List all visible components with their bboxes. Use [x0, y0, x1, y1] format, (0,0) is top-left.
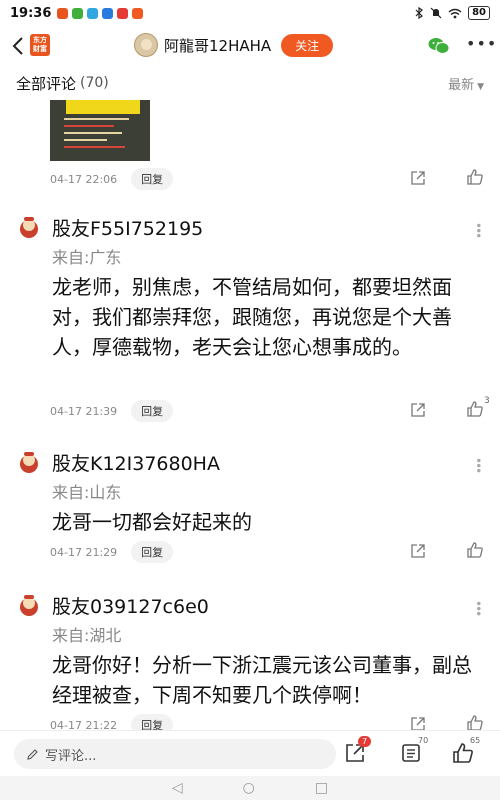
comment-meta: 04-17 21:39 回复 3: [50, 396, 490, 422]
nav-home-icon[interactable]: ○: [243, 780, 255, 796]
comments-title: 全部评论: [16, 74, 77, 93]
battery-indicator: 80: [468, 6, 490, 20]
more-options-icon[interactable]: •••: [466, 36, 497, 52]
location-value: 山东: [89, 483, 122, 502]
comment-list-icon: [402, 744, 420, 762]
reply-button[interactable]: 回复: [131, 400, 174, 422]
comment-body: 龙哥一切都会好起来的: [52, 510, 252, 534]
comment-username[interactable]: 股友F55I752195: [52, 214, 203, 241]
app-notification-icon: [87, 7, 99, 19]
nav-recents-icon[interactable]: □: [315, 780, 328, 796]
comment-body: 龙哥你好！分析一下浙江震元该公司董事，副总经理被查，下周不知要几个跌停啊！: [52, 653, 472, 707]
location-label: 来自:: [52, 483, 90, 502]
wechat-notification-icon: [72, 7, 84, 19]
caret-down-icon: ▼: [477, 81, 484, 92]
bluetooth-icon: [415, 7, 424, 19]
top-header: 东方财富 阿龍哥12HAHA 关注 •••: [0, 26, 500, 66]
image-sign: [66, 100, 140, 114]
thumbs-up-icon: [453, 743, 473, 763]
author-info[interactable]: 阿龍哥12HAHA 关注: [134, 33, 334, 57]
comment-location: 来自:山东: [52, 479, 121, 503]
location-value: 广东: [89, 248, 122, 267]
thumbs-up-icon[interactable]: [466, 400, 484, 418]
app-notification-icon: [117, 7, 129, 19]
comment-more-icon[interactable]: •••: [471, 222, 485, 237]
share-icon[interactable]: [410, 402, 426, 418]
status-right: 80: [415, 6, 490, 20]
nav-back-icon[interactable]: ◁: [172, 780, 183, 796]
comment-meta: 04-17 21:29 回复: [50, 541, 490, 563]
notification-icons: [57, 7, 144, 19]
like-button[interactable]: 65: [452, 736, 480, 764]
comments-button[interactable]: 70: [400, 736, 428, 764]
comment-input[interactable]: 写评论...: [14, 739, 336, 769]
like-count-badge: 65: [470, 736, 481, 745]
comment-time: 04-17 21:39: [50, 404, 118, 418]
reply-button[interactable]: 回复: [131, 541, 174, 563]
comment-more-icon[interactable]: •••: [471, 457, 485, 472]
thumbs-up-icon[interactable]: [466, 168, 484, 186]
comment-username[interactable]: 股友039127c6e0: [52, 592, 209, 619]
share-badge: 7: [358, 736, 372, 747]
app-logo[interactable]: 东方财富: [30, 34, 50, 56]
comment-location: 来自:广东: [52, 244, 121, 268]
app-notification-icon: [132, 7, 144, 19]
comment-time: 04-17 22:06: [50, 172, 118, 186]
comments-header: 全部评论 (70) 最新 ▼: [0, 66, 500, 100]
user-avatar[interactable]: [16, 449, 42, 475]
pen-icon: [27, 748, 38, 760]
share-button[interactable]: 7: [344, 736, 372, 764]
sort-label: 最新: [448, 77, 475, 93]
thumbs-up-icon[interactable]: [466, 541, 484, 559]
share-icon[interactable]: [410, 170, 426, 186]
author-name[interactable]: 阿龍哥12HAHA: [164, 35, 271, 56]
comment-meta: 04-17 22:06 回复: [50, 168, 490, 190]
mute-icon: [430, 7, 442, 19]
location-label: 来自:: [52, 248, 90, 267]
status-bar: 19:36 80: [0, 0, 500, 26]
location-label: 来自:: [52, 626, 90, 645]
user-avatar[interactable]: [16, 214, 42, 240]
comment-body: 龙老师，别焦虑，不管结局如何，都要坦然面对，我们都崇拜您，跟随您，再说您是个大善…: [52, 275, 452, 359]
user-avatar[interactable]: [16, 592, 42, 618]
location-value: 湖北: [89, 626, 122, 645]
status-time: 19:36: [10, 5, 52, 21]
comment-count-badge: 70: [418, 736, 429, 745]
comment-location: 来自:湖北: [52, 622, 121, 646]
comment-image[interactable]: [50, 100, 150, 161]
wechat-share-icon[interactable]: [428, 37, 450, 55]
bottom-action-bar: 写评论... 7 70 65: [0, 730, 500, 776]
comment-input-placeholder: 写评论...: [45, 748, 97, 764]
reply-button[interactable]: 回复: [131, 168, 174, 190]
sort-dropdown[interactable]: 最新 ▼: [448, 74, 484, 93]
app-notification-icon: [102, 7, 114, 19]
comment-more-icon[interactable]: •••: [471, 600, 485, 615]
follow-button[interactable]: 关注: [281, 33, 334, 57]
like-count: 3: [484, 396, 490, 406]
author-avatar[interactable]: [134, 33, 158, 57]
wifi-icon: [448, 8, 462, 18]
comment-username[interactable]: 股友K12I37680HA: [52, 449, 220, 476]
comment-time: 04-17 21:29: [50, 545, 118, 559]
comments-count: (70): [80, 75, 109, 91]
back-button[interactable]: [8, 34, 28, 58]
system-nav-bar: ◁ ○ □: [0, 776, 500, 800]
chevron-left-icon: [12, 37, 23, 55]
image-text-lines: [64, 118, 136, 153]
app-notification-icon: [57, 7, 69, 19]
share-icon[interactable]: [410, 543, 426, 559]
